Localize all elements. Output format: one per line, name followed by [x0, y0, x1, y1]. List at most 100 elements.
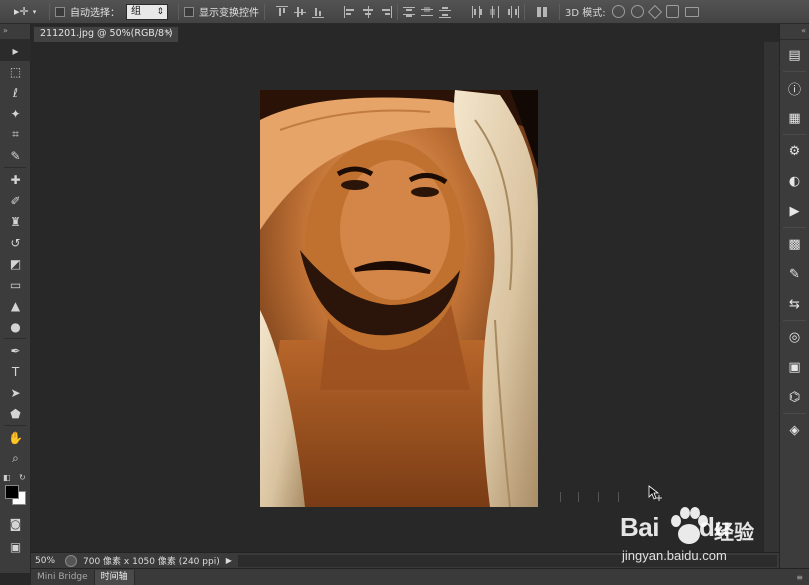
pen-tool-icon[interactable]: ✒: [0, 340, 31, 361]
distribute-vcenter-icon[interactable]: [421, 6, 433, 18]
3d-mode-label: 3D 模式:: [565, 8, 606, 19]
eraser-tool-icon[interactable]: ◩: [0, 253, 31, 274]
align-right-icon[interactable]: [380, 5, 392, 18]
align-top-icon[interactable]: [276, 5, 288, 18]
document-size-info: 700 像素 x 1050 像素 (240 ppi): [83, 557, 220, 567]
blur-tool-icon[interactable]: ▲: [0, 295, 31, 316]
panel-divider: [783, 320, 806, 321]
adjustments-panel-icon[interactable]: ◐: [780, 166, 809, 196]
panel-collapse-grip[interactable]: »: [0, 24, 30, 40]
move-cursor-icon: [648, 485, 662, 501]
canvas-area[interactable]: [31, 42, 763, 552]
channels-panel-icon[interactable]: ◎: [780, 322, 809, 352]
swatches-panel-icon[interactable]: ▩: [780, 229, 809, 259]
quick-mask-icon[interactable]: ◙: [0, 513, 31, 534]
auto-select-dropdown[interactable]: 组: [126, 3, 168, 20]
distribute-right-icon[interactable]: [507, 5, 519, 18]
zoom-level[interactable]: 50%: [31, 556, 65, 566]
status-menu-arrow-icon[interactable]: ▶: [226, 556, 232, 565]
move-tool-preset-icon[interactable]: ▸✛ ▾: [0, 1, 44, 23]
divider: [397, 3, 398, 20]
shape-tool-icon[interactable]: ⬟: [0, 403, 31, 424]
brush-presets-panel-icon[interactable]: ✎: [780, 259, 809, 289]
options-bar: ▸✛ ▾ 自动选择： 组 显示变换控件 3D 模式:: [0, 0, 809, 24]
gradient-tool-icon[interactable]: ▭: [0, 274, 31, 295]
brush-tool-icon[interactable]: ✐: [0, 190, 31, 211]
document-tab-title: 211201.jpg @ 50%(RGB/8*): [40, 28, 173, 39]
panel-divider: [783, 413, 806, 414]
eyedropper-tool-icon[interactable]: ✎: [0, 145, 31, 166]
mini-bridge-tab[interactable]: Mini Bridge: [31, 569, 95, 585]
tools-panel: » ▸ ⬚ ℓ ✦ ⌗ ✎ ✚ ✐ ♜ ↺ ◩ ▭ ▲ ● ✒ T ➤ ⬟ ✋ ⌕ ◧ ↻ ◙ ▣: [0, 24, 31, 573]
align-left-icon[interactable]: [344, 5, 356, 18]
lasso-tool-icon[interactable]: ℓ: [0, 82, 31, 103]
history-brush-tool-icon[interactable]: ↺: [0, 232, 31, 253]
distribute-bottom-icon[interactable]: [439, 6, 451, 18]
auto-select-checkbox[interactable]: [55, 6, 65, 17]
panel-divider: [783, 71, 806, 72]
distribute-hcenter-icon[interactable]: [489, 5, 501, 18]
auto-align-layers-icon[interactable]: [536, 6, 548, 18]
swap-colors-icon[interactable]: ↻: [19, 473, 26, 482]
status-bar: 50% 700 像素 x 1050 像素 (240 ppi) ▶: [31, 552, 779, 568]
paths-panel-icon[interactable]: ⌬: [780, 382, 809, 412]
align-bottom-icon[interactable]: [312, 6, 324, 18]
status-info-icon[interactable]: [65, 554, 77, 567]
layers-panel-icon[interactable]: ◈: [780, 415, 809, 445]
dropdown-arrow-icon: ▾: [32, 7, 37, 16]
3d-camera-icon[interactable]: [684, 6, 699, 17]
zoom-tool-icon[interactable]: ⌕: [0, 448, 31, 469]
timeline-tab[interactable]: 时间轴: [94, 569, 135, 585]
quick-select-tool-icon[interactable]: ✦: [0, 103, 31, 124]
divider: [559, 3, 560, 20]
document-tab[interactable]: 211201.jpg @ 50%(RGB/8*) ×: [33, 26, 179, 42]
hand-tool-icon[interactable]: ✋: [0, 427, 31, 448]
color-swatches: ◧ ↻: [0, 473, 30, 507]
distribute-left-icon[interactable]: [471, 5, 483, 18]
panel-divider: [783, 134, 806, 135]
align-vcenter-icon[interactable]: [294, 6, 306, 18]
3d-roll-icon[interactable]: [630, 5, 644, 18]
properties-panel-icon[interactable]: ▦: [780, 103, 809, 133]
panel-dock: « ▤ ⓘ ▦ ⚙ ◐ ▶ ▩ ✎ ⇆ ◎ ▣ ⌬ ◈: [779, 24, 809, 568]
foreground-color-swatch[interactable]: [5, 485, 19, 499]
default-colors-icon[interactable]: ◧: [3, 473, 11, 482]
panel-divider: [783, 227, 806, 228]
screen-mode-icon[interactable]: ▣: [0, 536, 31, 557]
dodge-tool-icon[interactable]: ●: [0, 316, 31, 337]
brush-panel-icon[interactable]: ⚙: [780, 136, 809, 166]
portrait-photo: [260, 90, 538, 507]
horizontal-scrollbar[interactable]: [237, 554, 777, 567]
align-buttons: [276, 5, 392, 18]
3d-orbit-icon[interactable]: [611, 5, 625, 18]
move-tool-icon[interactable]: ▸: [0, 40, 31, 61]
align-hcenter-icon[interactable]: [362, 5, 374, 18]
distribute-top-icon[interactable]: [403, 6, 415, 18]
type-tool-icon[interactable]: T: [0, 361, 31, 382]
3d-slide-icon[interactable]: [665, 5, 679, 18]
dock-collapse-grip[interactable]: «: [780, 24, 809, 40]
panel-menu-icon[interactable]: ≡: [796, 573, 809, 582]
clone-stamp-tool-icon[interactable]: ♜: [0, 211, 31, 232]
styles-panel-icon[interactable]: ▣: [780, 352, 809, 382]
divider: [524, 3, 525, 20]
document-tab-bar: 211201.jpg @ 50%(RGB/8*) ×: [31, 24, 779, 42]
vertical-scrollbar[interactable]: [763, 42, 779, 552]
distribute-buttons: [403, 5, 519, 18]
history-panel-icon[interactable]: ▤: [780, 40, 809, 70]
close-tab-icon[interactable]: ×: [164, 27, 172, 41]
info-panel-icon[interactable]: ⓘ: [780, 73, 809, 103]
divider: [49, 3, 50, 20]
tool-divider: [4, 167, 26, 168]
3d-drag-icon[interactable]: [647, 4, 662, 19]
document-image[interactable]: [260, 90, 538, 507]
show-transform-checkbox[interactable]: [184, 6, 194, 17]
healing-brush-tool-icon[interactable]: ✚: [0, 169, 31, 190]
canvas-artifact-ticks: [560, 492, 640, 504]
show-transform-label: 显示变换控件: [199, 8, 259, 19]
actions-panel-icon[interactable]: ▶: [780, 196, 809, 226]
marquee-tool-icon[interactable]: ⬚: [0, 61, 31, 82]
clone-source-panel-icon[interactable]: ⇆: [780, 289, 809, 319]
path-select-tool-icon[interactable]: ➤: [0, 382, 31, 403]
crop-tool-icon[interactable]: ⌗: [0, 124, 31, 145]
